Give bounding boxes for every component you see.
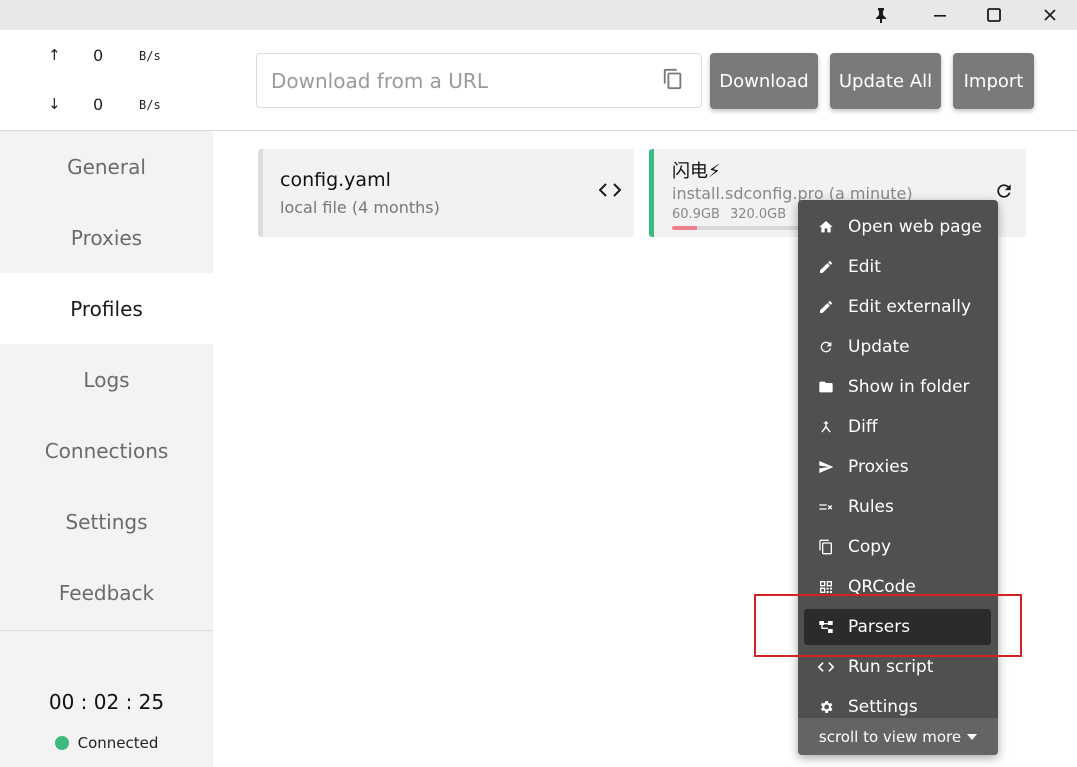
- download-unit: B/s: [139, 98, 161, 112]
- connection-status: Connected: [0, 734, 213, 752]
- sidebar-item-feedback[interactable]: Feedback: [0, 557, 213, 628]
- menu-item-label: Rules: [848, 497, 894, 517]
- menu-item-diff[interactable]: Diff: [804, 409, 991, 445]
- download-speed: ↓ 0 B/s: [0, 95, 213, 119]
- url-field-container: [256, 53, 702, 108]
- sidebar-item-logs[interactable]: Logs: [0, 344, 213, 415]
- update-all-button[interactable]: Update All: [830, 53, 941, 109]
- traffic-panel: ↑ 0 B/s ↓ 0 B/s: [0, 30, 213, 130]
- status-dot-icon: [54, 736, 69, 750]
- scroll-more-label: scroll to view more: [818, 727, 962, 746]
- profile-title: config.yaml: [280, 169, 391, 191]
- sidebar: ↑ 0 B/s ↓ 0 B/s General Proxies Profiles…: [0, 30, 213, 767]
- rules-icon: [819, 504, 833, 510]
- menu-item-label: Proxies: [848, 457, 909, 477]
- scroll-more-footer[interactable]: scroll to view more: [798, 718, 998, 755]
- menu-item-rules[interactable]: Rules: [804, 489, 991, 525]
- profile-subtitle: local file (4 months): [280, 198, 440, 217]
- menu-item-label: Settings: [848, 697, 918, 717]
- copy-icon: [663, 68, 682, 90]
- merge-icon: [821, 421, 831, 433]
- pencil-icon: [820, 260, 833, 273]
- code-icon: [818, 662, 834, 672]
- download-value: 0: [93, 95, 104, 114]
- upload-arrow-icon: ↑: [48, 46, 61, 64]
- code-icon: [598, 183, 622, 197]
- refresh-icon: [820, 341, 832, 353]
- sidebar-nav: General Proxies Profiles Logs Connection…: [0, 131, 213, 628]
- usage-bar-fill: [672, 226, 697, 230]
- sidebar-item-proxies[interactable]: Proxies: [0, 202, 213, 273]
- sidebar-item-general[interactable]: General: [0, 131, 213, 202]
- close-button[interactable]: [1022, 0, 1077, 30]
- profile-card[interactable]: config.yaml local file (4 months): [258, 149, 634, 237]
- gear-icon: [820, 701, 833, 713]
- menu-item-label: Edit externally: [848, 297, 972, 317]
- pin-button[interactable]: [853, 0, 909, 30]
- usage-bar: [672, 226, 802, 230]
- close-icon: [1044, 9, 1056, 21]
- title-bar: [0, 0, 1077, 30]
- usage-total: 320.0GB: [729, 207, 787, 222]
- menu-item-label: Update: [848, 337, 910, 357]
- menu-item-edit[interactable]: Edit: [804, 249, 991, 285]
- maximize-icon: [987, 8, 1001, 22]
- caret-down-icon: [967, 733, 978, 740]
- menu-item-label: Open web page: [848, 217, 982, 237]
- menu-item-update[interactable]: Update: [804, 329, 991, 365]
- pin-icon: [876, 8, 886, 23]
- edit-code-button[interactable]: [598, 182, 622, 202]
- status-label: Connected: [77, 734, 159, 752]
- menu-item-proxies[interactable]: Proxies: [804, 449, 991, 485]
- profile-context-menu: Open web page Edit Edit externally Updat…: [798, 200, 998, 755]
- url-input[interactable]: [257, 54, 647, 107]
- sidebar-item-connections[interactable]: Connections: [0, 415, 213, 486]
- menu-item-copy[interactable]: Copy: [804, 529, 991, 565]
- maximize-button[interactable]: [966, 0, 1022, 30]
- usage-used: 60.9GB: [672, 207, 720, 222]
- menu-item-open-web-page[interactable]: Open web page: [804, 209, 991, 245]
- menu-item-label: Show in folder: [848, 377, 970, 397]
- highlight-annotation: [754, 594, 1022, 657]
- profile-usage: 60.9GB 320.0GB: [672, 207, 796, 222]
- download-button[interactable]: Download: [710, 53, 818, 109]
- divider: [213, 130, 1077, 131]
- refresh-icon: [997, 184, 1011, 198]
- uptime-timer: 00 : 02 : 25: [48, 690, 165, 714]
- pencil-icon: [820, 300, 833, 313]
- download-arrow-icon: ↓: [48, 95, 61, 113]
- menu-item-label: Run script: [848, 657, 934, 677]
- menu-item-label: Copy: [848, 537, 892, 557]
- menu-item-label: Edit: [848, 257, 881, 277]
- send-icon: [819, 461, 834, 473]
- folder-icon: [819, 381, 833, 393]
- upload-value: 0: [93, 46, 104, 65]
- upload-unit: B/s: [139, 49, 161, 63]
- menu-item-show-in-folder[interactable]: Show in folder: [804, 369, 991, 405]
- import-button[interactable]: Import: [953, 53, 1034, 109]
- minimize-icon: [934, 15, 946, 17]
- profile-title: 闪电⚡: [672, 161, 721, 182]
- copy-icon: [819, 539, 832, 555]
- divider: [0, 630, 213, 631]
- qrcode-icon: [820, 581, 832, 593]
- minimize-button[interactable]: [912, 0, 968, 30]
- paste-button[interactable]: [662, 68, 686, 92]
- home-icon: [819, 221, 833, 233]
- sidebar-item-settings[interactable]: Settings: [0, 486, 213, 557]
- upload-speed: ↑ 0 B/s: [0, 46, 213, 70]
- menu-item-label: Diff: [848, 417, 878, 437]
- menu-item-edit-externally[interactable]: Edit externally: [804, 289, 991, 325]
- sidebar-item-profiles[interactable]: Profiles: [0, 273, 213, 344]
